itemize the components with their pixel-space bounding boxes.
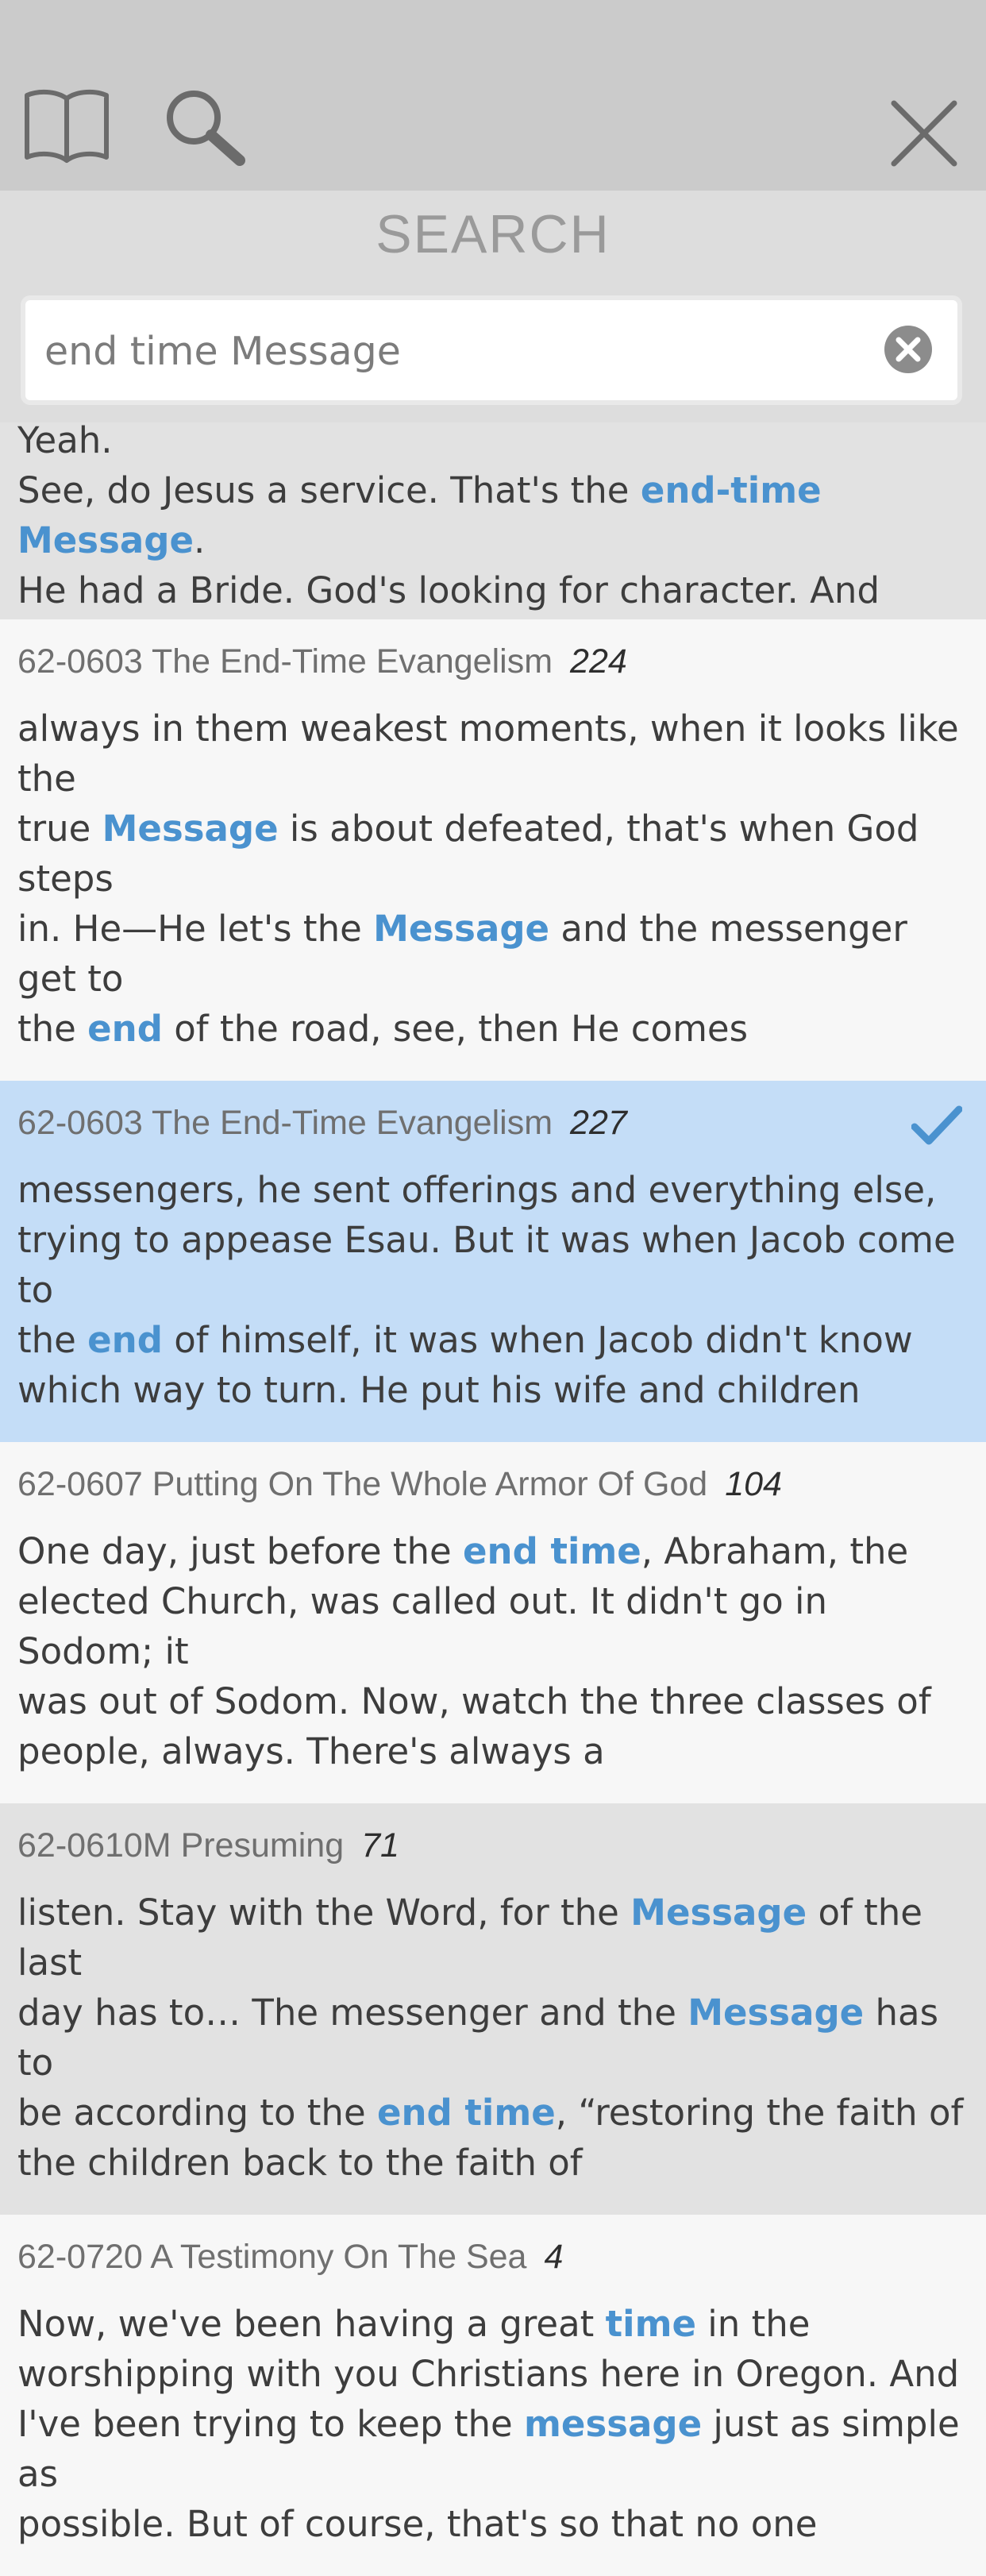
highlighted-match: end bbox=[87, 1319, 163, 1361]
result-excerpt: Now, we've been having a great time in t… bbox=[17, 2299, 969, 2576]
checkmark-icon bbox=[911, 1105, 962, 1145]
highlighted-match: end bbox=[87, 1008, 163, 1050]
result-item[interactable]: 62-0603 The End-Time Evangelism 224 always… bbox=[0, 619, 986, 1081]
highlighted-match: Message bbox=[373, 908, 550, 950]
excerpt-text: listen. Stay with the Word, for the bbox=[17, 1892, 631, 1934]
highlighted-match: Message bbox=[102, 808, 279, 850]
result-excerpt: messengers, he sent offerings and everyt… bbox=[17, 1165, 969, 1442]
highlighted-match: message bbox=[524, 2403, 703, 2445]
clear-icon[interactable] bbox=[883, 324, 934, 375]
page-title: SEARCH bbox=[376, 204, 610, 264]
result-header: 62-0720 A Testimony On The Sea 4 bbox=[17, 2215, 969, 2299]
excerpt-text: of the road, see, then He comes bbox=[162, 1008, 749, 1050]
result-excerpt: One day, just before the end time, Abrah… bbox=[17, 1526, 969, 1803]
result-reference: 62-0603 The End-Time Evangelism bbox=[17, 642, 553, 681]
search-icon[interactable] bbox=[162, 87, 248, 167]
highlighted-match: time bbox=[605, 2303, 696, 2345]
result-header: 62-0607 Putting On The Whole Armor Of Go… bbox=[17, 1442, 969, 1526]
highlighted-match: end time bbox=[463, 1530, 641, 1572]
paragraph-number: 224 bbox=[570, 642, 627, 681]
close-icon[interactable] bbox=[889, 98, 959, 168]
search-input[interactable]: end time Message bbox=[21, 295, 962, 405]
paragraph-number: 227 bbox=[570, 1104, 627, 1142]
result-reference: 62-0603 The End-Time Evangelism bbox=[17, 1104, 553, 1142]
highlighted-match: Message bbox=[630, 1892, 807, 1934]
top-toolbar bbox=[0, 0, 986, 191]
result-item[interactable]: 62-0607 Putting On The Whole Armor Of Go… bbox=[0, 1442, 986, 1803]
result-reference: 62-0607 Putting On The Whole Armor Of Go… bbox=[17, 1465, 708, 1503]
excerpt-text: Now, we've been having a great bbox=[17, 2303, 606, 2345]
paragraph-number: 4 bbox=[544, 2238, 564, 2276]
result-item[interactable]: 62-0720 A Testimony On The Sea 4 Now, we'v… bbox=[0, 2215, 986, 2576]
result-header: 62-0603 The End-Time Evangelism 224 bbox=[17, 619, 969, 704]
result-reference: 62-0720 A Testimony On The Sea bbox=[17, 2238, 527, 2276]
paragraph-number: 71 bbox=[361, 1826, 399, 1865]
result-reference: 62-0610M Presuming bbox=[17, 1826, 345, 1865]
result-header: 62-0603 The End-Time Evangelism 227 bbox=[17, 1081, 969, 1165]
result-item[interactable]: 62-0610M Presuming 71 listen. Stay with th… bbox=[0, 1803, 986, 2215]
highlighted-match: end time bbox=[376, 2092, 556, 2134]
highlighted-match: Message bbox=[688, 1992, 865, 2034]
result-excerpt: always in them weakest moments, when it … bbox=[17, 704, 969, 1081]
result-header: 62-0610M Presuming 71 bbox=[17, 1803, 969, 1888]
book-icon[interactable] bbox=[24, 87, 110, 164]
result-item[interactable]: 62-0603 The End-Time Evangelism 227 messen… bbox=[0, 1081, 986, 1442]
paragraph-number: 104 bbox=[725, 1465, 782, 1503]
search-query-text[interactable]: end time Message bbox=[44, 329, 401, 374]
result-excerpt: listen. Stay with the Word, for the Mess… bbox=[17, 1888, 969, 2215]
excerpt-text: One day, just before the bbox=[17, 1530, 464, 1572]
results-list: at the end. Wouldn't that be better righ… bbox=[0, 302, 986, 2576]
